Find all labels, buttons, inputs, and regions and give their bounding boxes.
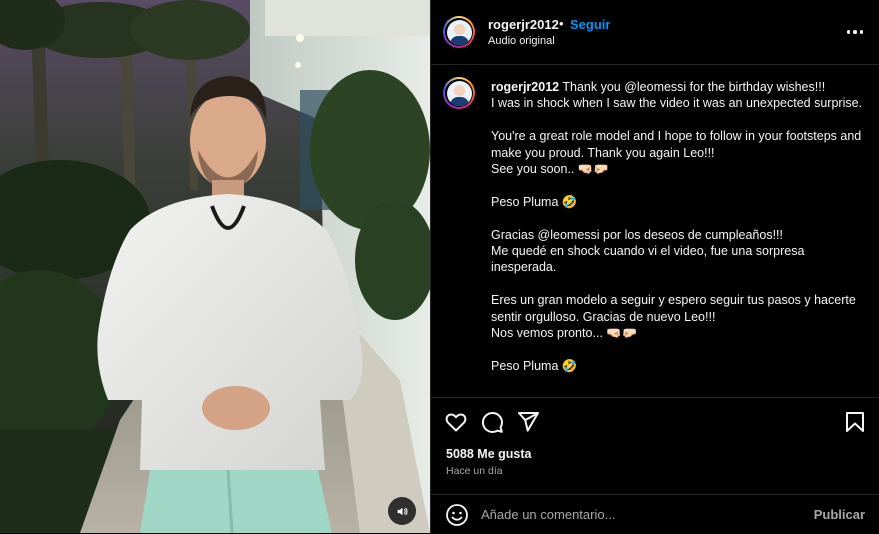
audio-label[interactable]: Audio original	[488, 35, 555, 47]
avatar[interactable]	[443, 16, 475, 48]
more-options-icon[interactable]	[843, 22, 867, 42]
separator-dot: •	[559, 16, 564, 31]
actions-bar: 5088 Me gusta Hace un día	[431, 397, 879, 494]
send-icon[interactable]	[516, 410, 540, 434]
post-details-panel: rogerjr2012 • Seguir Audio original roge…	[430, 0, 879, 533]
video-player[interactable]	[0, 0, 430, 533]
follow-button[interactable]: Seguir	[570, 17, 610, 32]
post-header: rogerjr2012 • Seguir Audio original	[431, 0, 879, 65]
header-username[interactable]: rogerjr2012	[488, 17, 559, 32]
caption-text: Thank you @leomessi for the birthday wis…	[491, 80, 863, 373]
avatar[interactable]	[443, 77, 475, 109]
post-timestamp[interactable]: Hace un día	[446, 465, 503, 477]
caption-username[interactable]: rogerjr2012	[491, 80, 559, 94]
comment-bar: Publicar	[431, 494, 879, 534]
audio-toggle-button[interactable]	[388, 497, 416, 525]
instagram-post: rogerjr2012 • Seguir Audio original roge…	[0, 0, 879, 533]
comment-icon[interactable]	[480, 410, 504, 434]
comment-input[interactable]	[481, 503, 781, 525]
bookmark-icon[interactable]	[843, 410, 867, 434]
publish-button[interactable]: Publicar	[814, 507, 865, 522]
heart-icon[interactable]	[444, 410, 468, 434]
caption: rogerjr2012 Thank you @leomessi for the …	[491, 79, 866, 374]
caption-section: rogerjr2012 Thank you @leomessi for the …	[431, 65, 879, 397]
emoji-icon[interactable]	[445, 503, 469, 527]
volume-icon	[397, 507, 408, 515]
video-frame	[0, 0, 430, 533]
likes-count[interactable]: 5088 Me gusta	[446, 447, 531, 461]
